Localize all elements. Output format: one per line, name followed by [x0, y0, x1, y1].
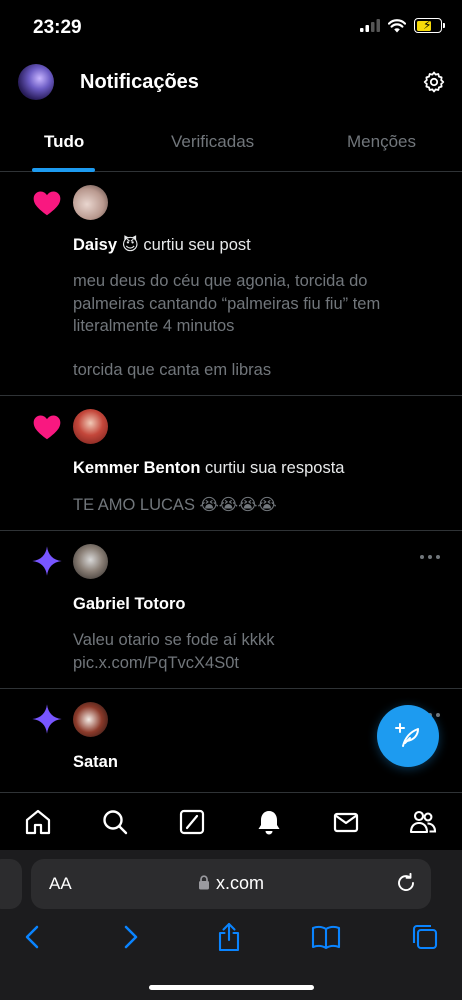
user-name[interactable]: Kemmer Benton [73, 459, 200, 477]
header: Notificações [0, 60, 462, 108]
chevron-left-icon [25, 925, 39, 949]
user-avatar[interactable] [73, 185, 108, 220]
forward-button[interactable] [116, 922, 146, 952]
compose-post-button[interactable] [377, 705, 439, 767]
notification-headline: Gabriel Totoro [73, 595, 185, 614]
compose-feather-plus-icon [395, 723, 419, 747]
notification-headline: Satan [73, 753, 118, 772]
tabs-button[interactable] [410, 922, 440, 952]
tabs-overview-icon [412, 924, 438, 950]
search-icon [103, 810, 128, 835]
sparkle-star-icon [32, 546, 62, 576]
url-display[interactable]: x.com [31, 873, 431, 894]
battery-icon: ⚡ [414, 18, 445, 33]
tab-verificadas[interactable]: Verificadas [171, 132, 254, 152]
user-name[interactable]: Satan [73, 753, 118, 771]
home-indicator [149, 985, 314, 990]
heart-icon [33, 415, 61, 440]
tab-tudo[interactable]: Tudo [44, 132, 84, 152]
notification-item[interactable]: Gabriel Totoro Valeu otario se fode aí k… [0, 531, 462, 689]
post-text-continued: torcida que canta em libras [73, 361, 272, 379]
post-text: meu deus do céu que agonia, torcida do p… [73, 272, 381, 335]
status-bar: 23:29 ⚡ [0, 0, 462, 54]
profile-avatar[interactable] [18, 64, 54, 100]
communities-icon [409, 810, 437, 834]
user-name[interactable]: Daisy [73, 236, 117, 254]
nav-communities[interactable] [408, 807, 438, 837]
notification-headline: Daisy 😈 curtiu seu post [73, 235, 251, 255]
lock-icon [198, 875, 209, 890]
previous-tab-peek[interactable] [0, 859, 22, 909]
nav-explore[interactable] [100, 807, 130, 837]
user-avatar[interactable] [73, 409, 108, 444]
notification-action: curtiu seu post [143, 236, 251, 254]
settings-gear-icon[interactable] [422, 70, 446, 94]
tab-mencoes[interactable]: Menções [347, 132, 416, 152]
bottom-navigation [0, 792, 462, 850]
page-title: Notificações [80, 71, 199, 93]
user-avatar[interactable] [73, 544, 108, 579]
nav-grok[interactable] [177, 807, 207, 837]
address-bar[interactable]: AA x.com [31, 859, 431, 909]
nav-messages[interactable] [331, 807, 361, 837]
chevron-right-icon [124, 925, 138, 949]
user-name[interactable]: Gabriel Totoro [73, 595, 185, 613]
notification-item[interactable]: Kemmer Benton curtiu sua resposta TE AMO… [0, 396, 462, 531]
wifi-icon [388, 18, 406, 32]
notification-tabs: Tudo Verificadas Menções [0, 118, 462, 172]
book-icon [311, 925, 341, 950]
user-emoji: 😈 [121, 236, 139, 254]
more-options-icon[interactable] [420, 553, 440, 561]
reload-icon[interactable] [395, 872, 417, 894]
notifications-feed[interactable]: Daisy 😈 curtiu seu post meu deus do céu … [0, 172, 462, 793]
grok-slash-icon [179, 809, 205, 835]
status-icons: ⚡ [360, 18, 445, 33]
nav-home[interactable] [23, 807, 53, 837]
reply-text: TE AMO LUCAS 😭😭😭😭 [73, 496, 277, 514]
cellular-signal-icon [360, 19, 380, 32]
envelope-icon [333, 812, 359, 833]
heart-icon [33, 191, 61, 216]
notification-item[interactable]: Daisy 😈 curtiu seu post meu deus do céu … [0, 172, 462, 396]
home-icon [25, 809, 51, 835]
back-button[interactable] [17, 922, 47, 952]
sparkle-star-icon [32, 704, 62, 734]
nav-notifications[interactable] [254, 807, 284, 837]
post-link[interactable]: pic.x.com/PqTvcX4S0t [73, 652, 433, 675]
bell-icon [258, 811, 280, 835]
browser-toolbar: AA x.com [0, 850, 462, 1000]
user-avatar[interactable] [73, 702, 108, 737]
share-button[interactable] [214, 922, 244, 952]
status-time: 23:29 [33, 17, 82, 38]
notification-headline: Kemmer Benton curtiu sua resposta [73, 459, 344, 478]
share-icon [218, 922, 240, 952]
post-text: Valeu otario se fode aí kkkk [73, 631, 275, 649]
notification-action: curtiu sua resposta [205, 459, 345, 477]
bookmarks-button[interactable] [311, 922, 341, 952]
url-text: x.com [215, 873, 264, 893]
